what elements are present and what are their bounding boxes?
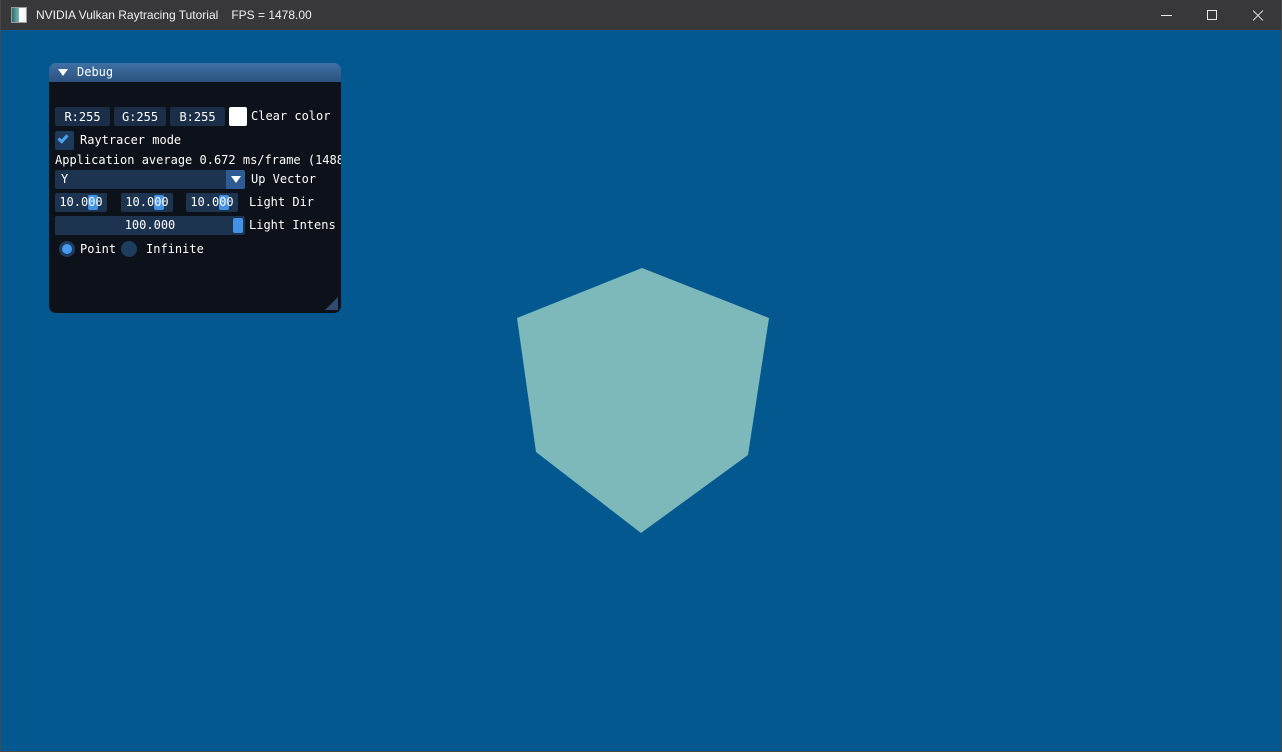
- performance-text: Application average 0.672 ms/frame (1488: [55, 151, 341, 170]
- collapse-arrow-icon[interactable]: [58, 69, 68, 76]
- up-vector-combo[interactable]: Y: [55, 170, 245, 189]
- chevron-down-icon: [231, 176, 241, 183]
- debug-panel-body: R:255 G:255 B:255 Clear color Raytracer …: [49, 82, 341, 313]
- light-intensity-slider[interactable]: 100.000: [55, 216, 245, 235]
- light-intensity-label: Light Intens: [249, 216, 336, 235]
- combo-dropdown-button[interactable]: [226, 170, 245, 189]
- light-dir-y-field[interactable]: 10.000: [121, 193, 173, 212]
- debug-panel[interactable]: Debug R:255 G:255 B:255 Clear color Rayt…: [49, 63, 341, 313]
- resize-grip[interactable]: [325, 297, 338, 310]
- up-vector-value: Y: [61, 170, 68, 189]
- radio-infinite[interactable]: [121, 241, 137, 257]
- debug-panel-header[interactable]: Debug: [49, 63, 341, 82]
- blue-value-button[interactable]: B:255: [170, 107, 225, 126]
- debug-panel-title: Debug: [77, 63, 113, 82]
- light-dir-x-value: 10.000: [55, 193, 107, 212]
- render-viewport[interactable]: Debug R:255 G:255 B:255 Clear color Rayt…: [1, 30, 1281, 751]
- cube-mesh: [517, 268, 769, 533]
- radio-point[interactable]: [59, 241, 75, 257]
- raytracer-mode-label: Raytracer mode: [80, 131, 181, 150]
- green-value-button[interactable]: G:255: [114, 107, 166, 126]
- light-dir-x-field[interactable]: 10.000: [55, 193, 107, 212]
- red-value-button[interactable]: R:255: [55, 107, 110, 126]
- clear-color-label: Clear color: [251, 107, 330, 126]
- up-vector-label: Up Vector: [251, 170, 316, 189]
- raytracer-mode-checkbox[interactable]: [55, 131, 74, 150]
- checkmark-icon: [57, 132, 68, 143]
- radio-point-label: Point: [80, 240, 116, 259]
- clear-color-swatch[interactable]: [229, 107, 247, 126]
- light-intensity-value: 100.000: [55, 216, 245, 235]
- application-window: NVIDIA Vulkan Raytracing Tutorial FPS = …: [0, 0, 1282, 752]
- light-dir-label: Light Dir: [249, 193, 314, 212]
- light-dir-y-value: 10.000: [121, 193, 173, 212]
- light-dir-z-field[interactable]: 10.000: [186, 193, 238, 212]
- radio-infinite-label: Infinite: [146, 240, 204, 259]
- light-dir-z-value: 10.000: [186, 193, 238, 212]
